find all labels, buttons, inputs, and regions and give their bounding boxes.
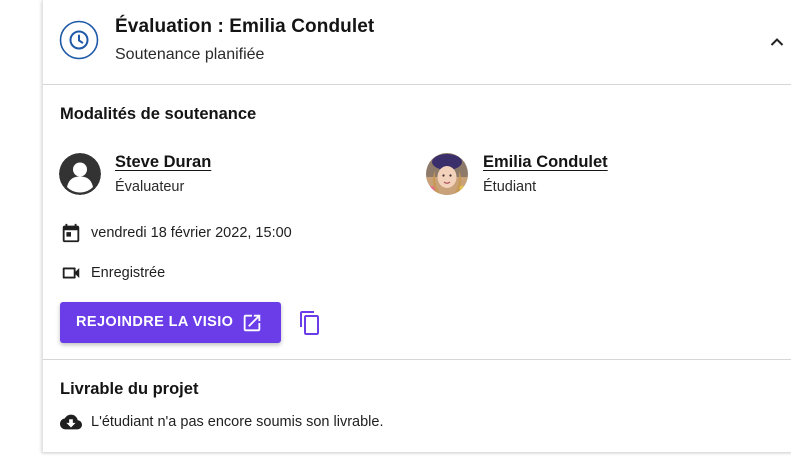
deliverable-title: Livrable du projet <box>60 380 199 398</box>
calendar-icon <box>62 223 80 243</box>
student-name-link[interactable]: Emilia Condulet <box>483 153 608 172</box>
join-visio-button[interactable]: REJOINDRE LA VISIO <box>60 302 281 343</box>
section-divider <box>43 359 791 360</box>
evaluation-card: Évaluation : Emilia Condulet Soutenance … <box>42 0 791 452</box>
copy-icon[interactable] <box>298 310 322 336</box>
student-avatar <box>426 153 468 195</box>
student-role: Étudiant <box>483 179 537 195</box>
evaluation-title: Évaluation : Emilia Condulet <box>115 16 375 37</box>
evaluation-header[interactable]: Évaluation : Emilia Condulet Soutenance … <box>43 0 791 85</box>
user-icon <box>59 153 101 195</box>
evaluator-role: Évaluateur <box>115 179 185 195</box>
chevron-up-icon[interactable] <box>767 32 787 52</box>
evaluation-status: Soutenance planifiée <box>115 46 265 63</box>
defense-date: vendredi 18 février 2022, 15:00 <box>91 225 292 241</box>
clock-icon <box>59 20 99 60</box>
modalities-title: Modalités de soutenance <box>60 105 257 123</box>
cloud-download-icon <box>60 414 82 430</box>
recording-status: Enregistrée <box>91 265 166 281</box>
evaluator-name-link[interactable]: Steve Duran <box>115 153 211 172</box>
deliverable-status: L'étudiant n'a pas encore soumis son liv… <box>91 414 384 430</box>
join-visio-label: REJOINDRE LA VISIO <box>76 314 234 330</box>
video-camera-icon <box>62 267 80 279</box>
evaluator-avatar <box>59 153 101 195</box>
student-photo <box>426 153 468 195</box>
open-external-icon <box>243 314 261 332</box>
